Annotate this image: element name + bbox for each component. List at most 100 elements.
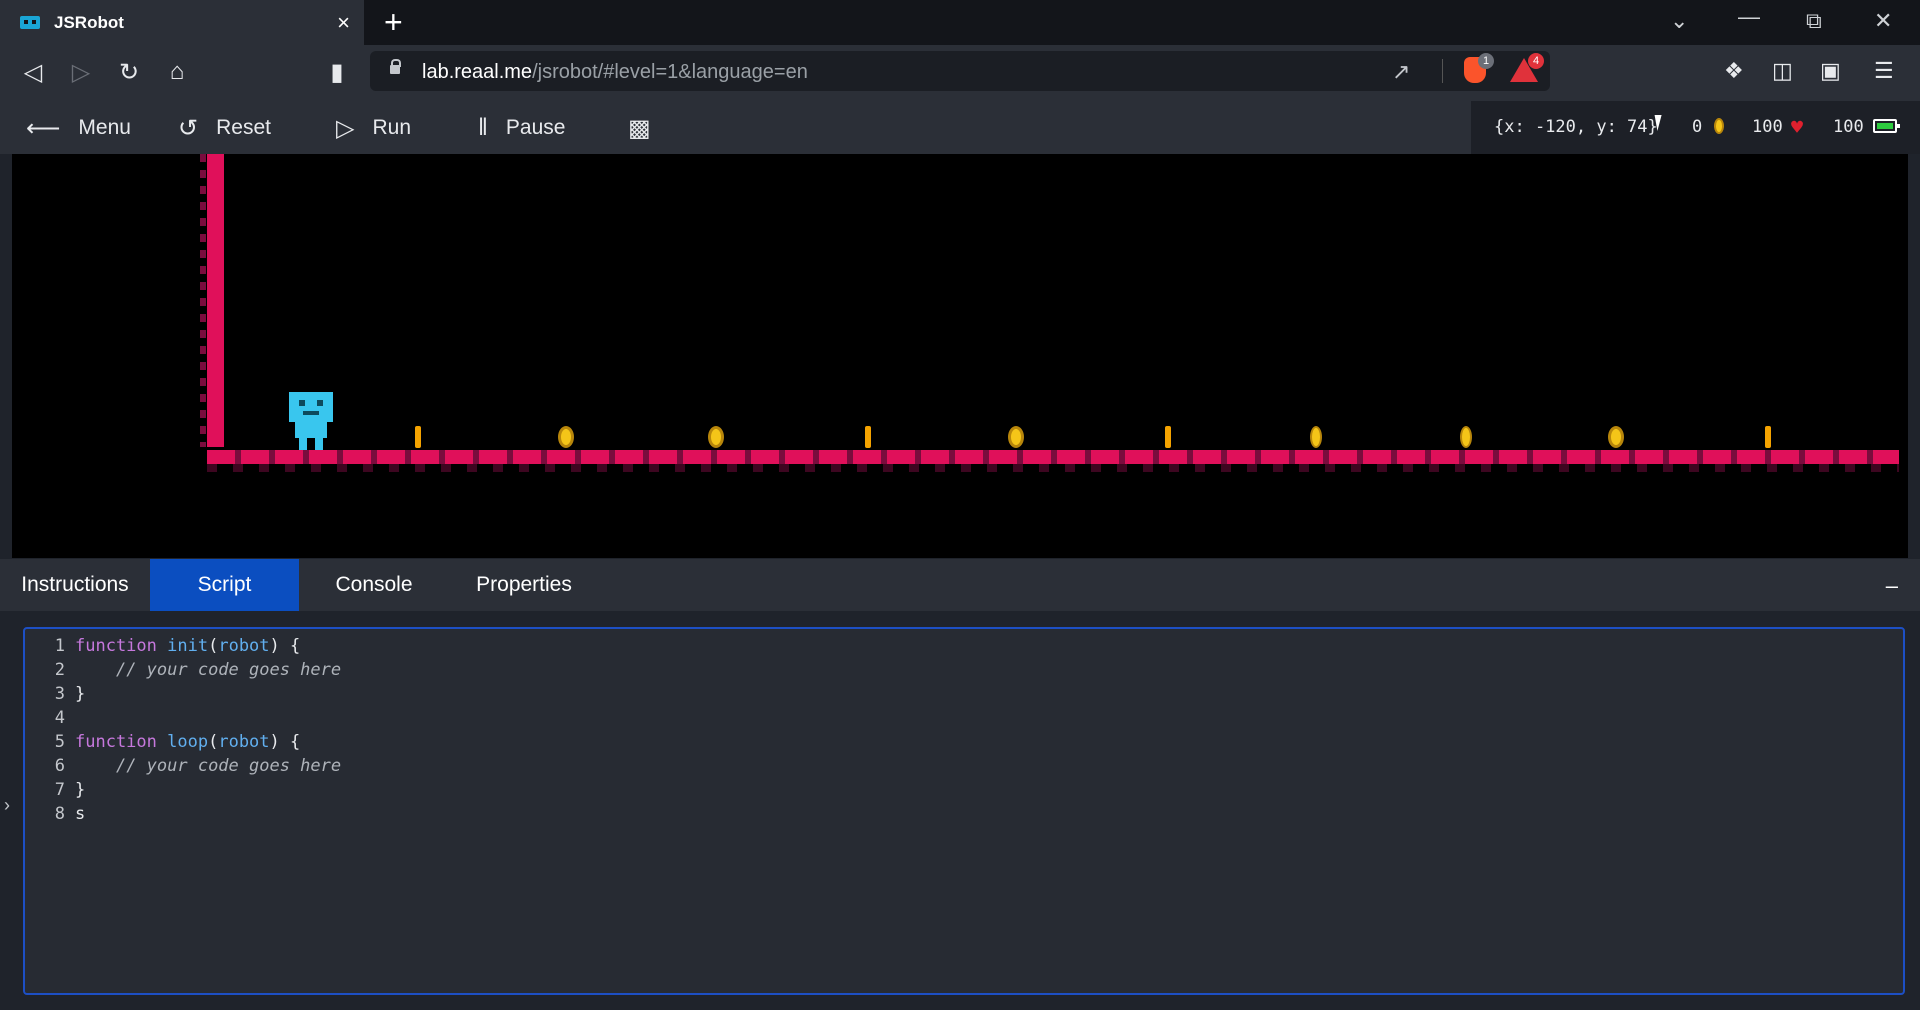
run-label: Run bbox=[372, 116, 411, 139]
coordinates-readout: {x: -120, y: 74} bbox=[1494, 117, 1658, 137]
code-line[interactable]: 4 bbox=[25, 706, 75, 730]
status-panel: {x: -120, y: 74} 0 100 ♥ 100 bbox=[1471, 101, 1920, 154]
panel-tabs: Instructions Script Console Properties – bbox=[0, 559, 1920, 611]
tab-search-chevron-icon[interactable]: ⌄ bbox=[1670, 8, 1688, 34]
health-value: 100 bbox=[1752, 117, 1783, 137]
heart-icon: ♥ bbox=[1791, 115, 1804, 139]
extensions-puzzle-icon[interactable]: ❖ bbox=[1724, 58, 1744, 84]
coin-sprite bbox=[415, 426, 421, 448]
minimize-panel-button[interactable]: – bbox=[1886, 573, 1898, 599]
close-window-icon[interactable]: ✕ bbox=[1874, 8, 1892, 34]
floor-texture bbox=[207, 464, 1899, 472]
sidebar-toggle-icon[interactable]: ◫ bbox=[1772, 58, 1793, 84]
restore-window-icon[interactable]: ⧉ bbox=[1806, 8, 1822, 34]
robot-favicon-icon bbox=[20, 16, 40, 29]
code-token: // your code goes here bbox=[115, 660, 342, 680]
editor-area: › 1 function init(robot) {2 // your code … bbox=[0, 611, 1920, 1010]
reset-icon: ↺ bbox=[178, 114, 199, 142]
minimize-window-icon[interactable]: — bbox=[1738, 4, 1760, 30]
code-token: ) { bbox=[269, 636, 301, 656]
line-number: 1 bbox=[54, 636, 65, 656]
code-line[interactable]: 3} bbox=[25, 682, 86, 706]
code-token: } bbox=[75, 780, 86, 800]
code-line[interactable]: 2 // your code goes here bbox=[25, 658, 341, 682]
forward-icon[interactable]: ▷ bbox=[66, 58, 96, 87]
wall-texture bbox=[200, 154, 206, 447]
code-token: // your code goes here bbox=[115, 756, 342, 776]
home-icon[interactable]: ⌂ bbox=[162, 58, 192, 86]
bookmark-icon[interactable]: ▮ bbox=[322, 58, 352, 87]
coin-sprite bbox=[708, 426, 724, 448]
reset-label: Reset bbox=[216, 116, 271, 139]
chevron-right-icon[interactable]: › bbox=[4, 795, 10, 816]
code-line[interactable]: 8s bbox=[25, 802, 86, 826]
code-editor[interactable]: 1 function init(robot) {2 // your code go… bbox=[23, 627, 1905, 995]
code-line[interactable]: 7} bbox=[25, 778, 86, 802]
browser-tab-jsrobot[interactable]: JSRobot × bbox=[0, 0, 364, 45]
url-text[interactable]: lab.reaal.me/jsrobot/#level=1&language=e… bbox=[422, 61, 808, 84]
divider bbox=[1442, 59, 1443, 83]
level-map-button[interactable]: ▩ bbox=[628, 113, 669, 143]
shields-count-badge: 1 bbox=[1478, 53, 1494, 69]
code-token: ( bbox=[208, 732, 219, 752]
lock-icon[interactable] bbox=[390, 59, 401, 74]
robot-sprite bbox=[289, 392, 333, 450]
coin-sprite bbox=[558, 426, 574, 448]
new-tab-button[interactable]: + bbox=[384, 4, 403, 41]
pause-button[interactable]: ‖ Pause bbox=[478, 113, 565, 143]
run-button[interactable]: ▷ Run bbox=[336, 113, 411, 143]
browser-toolbar: ◁ ▷ ↻ ⌂ ▮ lab.reaal.me/jsrobot/#level=1&… bbox=[0, 45, 1920, 101]
code-token: loop bbox=[167, 732, 209, 752]
line-number: 6 bbox=[54, 756, 65, 776]
code-token: robot bbox=[218, 636, 270, 656]
line-number: 4 bbox=[54, 708, 65, 728]
battery-icon bbox=[1873, 119, 1900, 133]
tab-script[interactable]: Script bbox=[150, 559, 299, 611]
code-token: ( bbox=[208, 636, 219, 656]
code-token: ) { bbox=[269, 732, 301, 752]
pause-icon: ‖ bbox=[478, 114, 488, 141]
line-number: 2 bbox=[54, 660, 65, 680]
code-token: } bbox=[75, 684, 86, 704]
code-line[interactable]: 5 function loop(robot) { bbox=[25, 730, 301, 754]
coin-count: 0 bbox=[1692, 117, 1703, 137]
browser-tab-strip: JSRobot × + ⌄ — ⧉ ✕ bbox=[0, 0, 1920, 45]
code-token: function bbox=[75, 732, 157, 752]
code-token: init bbox=[167, 636, 209, 656]
code-line[interactable]: 6 // your code goes here bbox=[25, 754, 341, 778]
tab-console[interactable]: Console bbox=[299, 559, 449, 611]
coin-sprite bbox=[1310, 426, 1322, 448]
menu-button[interactable]: ⟵ Menu bbox=[26, 113, 131, 143]
reload-icon[interactable]: ↻ bbox=[114, 58, 144, 87]
back-icon[interactable]: ◁ bbox=[18, 58, 48, 87]
game-canvas[interactable] bbox=[12, 154, 1908, 558]
close-tab-icon[interactable]: × bbox=[337, 10, 350, 36]
line-number: 7 bbox=[54, 780, 65, 800]
tab-title: JSRobot bbox=[54, 12, 124, 32]
level-wall bbox=[207, 154, 224, 447]
coin-sprite bbox=[1460, 426, 1472, 448]
cursor-icon bbox=[1654, 115, 1665, 131]
share-icon[interactable]: ↗ bbox=[1392, 59, 1410, 85]
address-bar[interactable]: lab.reaal.me/jsrobot/#level=1&language=e… bbox=[370, 51, 1550, 91]
reset-button[interactable]: ↺ Reset bbox=[178, 113, 271, 143]
level-floor bbox=[207, 450, 1899, 464]
line-number: 8 bbox=[54, 804, 65, 824]
coin-sprite bbox=[865, 426, 871, 448]
coin-icon bbox=[1714, 118, 1724, 134]
wallet-icon[interactable]: ▣ bbox=[1820, 58, 1841, 84]
line-number: 5 bbox=[54, 732, 65, 752]
coin-sprite bbox=[1608, 426, 1624, 448]
energy-value: 100 bbox=[1833, 117, 1864, 137]
app-toolbar: ⟵ Menu ↺ Reset ▷ Run ‖ Pause ▩ {x: -120,… bbox=[0, 101, 1920, 154]
code-token: s bbox=[75, 804, 86, 824]
line-number: 3 bbox=[54, 684, 65, 704]
tab-properties[interactable]: Properties bbox=[449, 559, 599, 611]
browser-menu-icon[interactable]: ☰ bbox=[1874, 58, 1894, 84]
code-line[interactable]: 1 function init(robot) { bbox=[25, 634, 301, 658]
tab-instructions[interactable]: Instructions bbox=[0, 559, 150, 611]
